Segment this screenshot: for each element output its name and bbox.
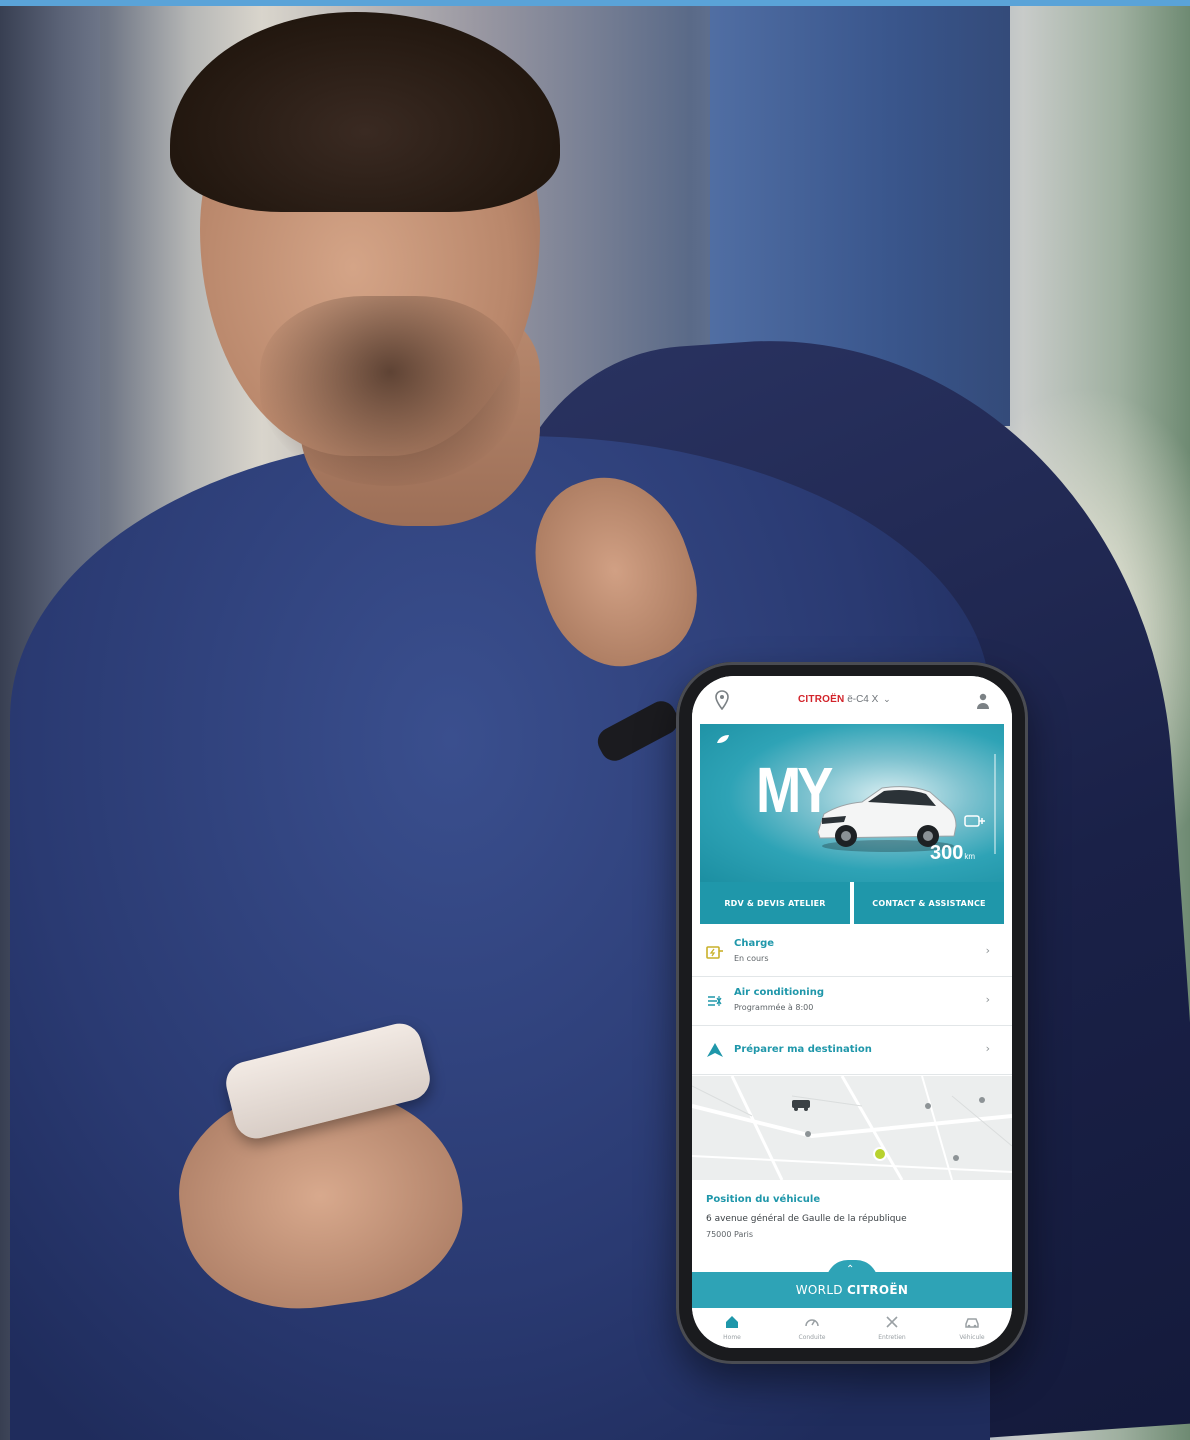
car-icon (965, 1318, 979, 1328)
world-brand: CITROËN (846, 1283, 909, 1297)
phone-mockup: CITROËN ë-C4 X ⌄ MY 300km RDV & DEVIS AT… (676, 662, 1028, 1364)
row-subtitle: En cours (734, 954, 769, 963)
vehicle-position: Position du véhicule 6 avenue général de… (692, 1180, 1012, 1266)
hair (170, 12, 560, 212)
tab-label: Home (723, 1334, 741, 1341)
contact-assistance-button[interactable]: CONTACT & ASSISTANCE (854, 882, 1004, 924)
phone-screen: CITROËN ë-C4 X ⌄ MY 300km RDV & DEVIS AT… (692, 676, 1012, 1348)
tab-label: Véhicule (959, 1334, 985, 1341)
beard (260, 296, 520, 486)
workshop-appointment-button[interactable]: RDV & DEVIS ATELIER (700, 882, 850, 924)
world-prefix: WORLD (795, 1283, 843, 1297)
tab-vehicule[interactable]: Véhicule (932, 1308, 1012, 1348)
app-header: CITROËN ë-C4 X ⌄ (692, 676, 1012, 726)
vertical-divider (994, 754, 996, 854)
chevron-right-icon: › (985, 944, 990, 957)
tab-home[interactable]: Home (692, 1308, 772, 1348)
list-item-air-conditioning[interactable]: Air conditioning Programmée à 8:00 › (692, 977, 1012, 1026)
vehicle-map[interactable] (692, 1076, 1012, 1180)
range-value: 300 (930, 842, 964, 864)
battery-charge-icon (706, 946, 723, 959)
air-conditioning-icon (708, 996, 722, 1006)
tab-conduite[interactable]: Conduite (772, 1308, 852, 1348)
location-pin-icon[interactable] (714, 690, 730, 710)
home-icon (726, 1316, 738, 1328)
range-readout: 300km (930, 842, 975, 865)
brand-name: CITROËN (798, 694, 845, 705)
chevron-right-icon: › (985, 993, 990, 1006)
tab-entretien[interactable]: Entretien (852, 1308, 932, 1348)
brand-selector[interactable]: CITROËN ë-C4 X ⌄ (798, 694, 891, 705)
list-item-charge[interactable]: Charge En cours › (692, 928, 1012, 977)
hero-banner: MY 300km (700, 724, 1004, 884)
quick-actions: RDV & DEVIS ATELIER CONTACT & ASSISTANCE (700, 882, 1004, 924)
row-title: Charge (734, 938, 775, 949)
tools-icon (886, 1316, 898, 1328)
tab-label: Conduite (798, 1334, 826, 1341)
world-citroen-banner[interactable]: WORLD CITROËN (692, 1272, 1012, 1308)
row-title: Préparer ma destination (734, 1044, 872, 1055)
model-name: ë-C4 X (847, 694, 879, 705)
gauge-icon (805, 1319, 819, 1327)
position-address: 6 avenue général de Gaulle de la républi… (706, 1214, 907, 1224)
chevron-right-icon: › (985, 1042, 990, 1055)
top-accent-bar (0, 0, 1190, 6)
row-title: Air conditioning (734, 987, 824, 998)
charging-plug-icon (964, 815, 985, 827)
range-unit: km (964, 852, 976, 861)
chevron-down-icon: ⌄ (883, 694, 891, 704)
bottom-tab-bar: Home Conduite Entretien Véhicule (692, 1308, 1012, 1348)
row-subtitle: Programmée à 8:00 (734, 1003, 814, 1012)
position-city: 75000 Paris (706, 1230, 754, 1239)
tab-label: Entretien (878, 1334, 906, 1341)
status-list: Charge En cours › Air conditioning Progr… (692, 928, 1012, 1075)
list-item-destination[interactable]: Préparer ma destination › (692, 1026, 1012, 1075)
position-title: Position du véhicule (706, 1194, 821, 1205)
map-roads (692, 1076, 1012, 1180)
user-icon[interactable] (976, 692, 990, 710)
navigation-arrow-icon (707, 1043, 723, 1057)
eco-leaf-icon (717, 735, 729, 743)
